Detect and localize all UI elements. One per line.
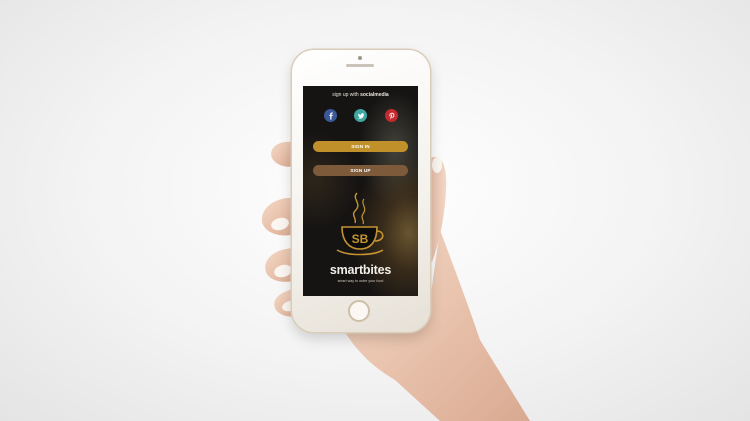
logo-monogram: SB — [352, 232, 369, 246]
coffee-cup-logo: SB — [336, 192, 384, 256]
mockup-scene: sign up with socialmedia SIGN IN SIGN UP — [0, 0, 750, 421]
brand-tagline: smart way to order your food — [337, 279, 384, 283]
camera-icon — [358, 56, 362, 60]
phone-mockup: sign up with socialmedia SIGN IN SIGN UP — [292, 50, 430, 332]
speaker-grille — [346, 64, 374, 67]
pinterest-icon[interactable] — [385, 109, 398, 122]
home-button[interactable] — [348, 300, 370, 322]
sign-up-button[interactable]: SIGN UP — [313, 165, 408, 176]
sign-in-button[interactable]: SIGN IN — [313, 141, 408, 152]
signup-social-heading: sign up with socialmedia — [332, 92, 389, 98]
app-screen: sign up with socialmedia SIGN IN SIGN UP — [303, 86, 418, 296]
facebook-icon[interactable] — [324, 109, 337, 122]
twitter-icon[interactable] — [354, 109, 367, 122]
brand-name: smartbites — [329, 263, 392, 277]
